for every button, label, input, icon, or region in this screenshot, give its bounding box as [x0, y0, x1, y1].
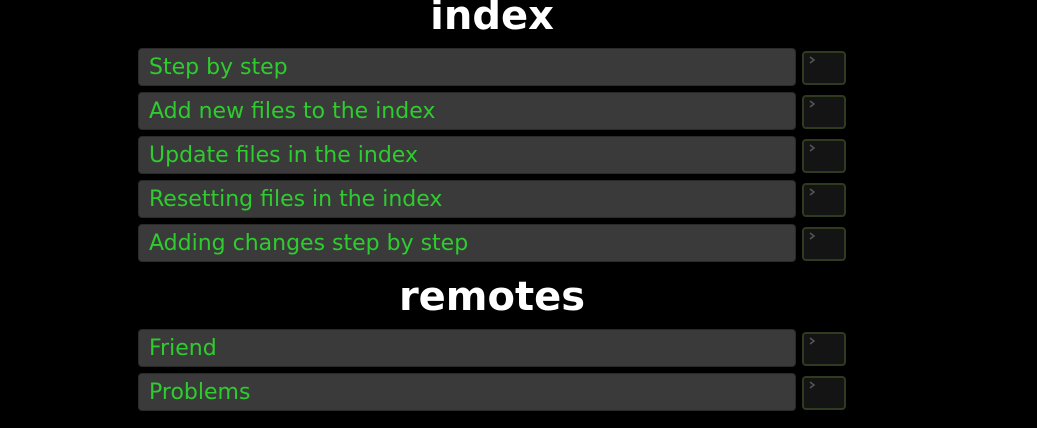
level-button-resetting-files[interactable]: Resetting files in the index	[138, 180, 796, 218]
terminal-prompt-icon	[809, 56, 816, 64]
terminal-button[interactable]	[802, 95, 846, 129]
level-row: Problems	[138, 373, 846, 413]
terminal-prompt-icon	[809, 232, 816, 240]
level-button-friend[interactable]: Friend	[138, 329, 796, 367]
level-row: Update files in the index	[138, 136, 846, 176]
level-button-add-new-files[interactable]: Add new files to the index	[138, 92, 796, 130]
terminal-prompt-icon	[809, 144, 816, 152]
terminal-prompt-icon	[809, 100, 816, 108]
terminal-button[interactable]	[802, 227, 846, 261]
terminal-button[interactable]	[802, 332, 846, 366]
level-button-adding-changes[interactable]: Adding changes step by step	[138, 224, 796, 262]
section-title-index: index	[430, 0, 554, 39]
level-row: Friend	[138, 329, 846, 369]
terminal-button[interactable]	[802, 376, 846, 410]
level-selector: index Step by step Add new files to the …	[0, 0, 1037, 428]
section-title-remotes: remotes	[398, 274, 586, 320]
terminal-prompt-icon	[809, 188, 816, 196]
terminal-prompt-icon	[809, 337, 816, 345]
level-row: Add new files to the index	[138, 92, 846, 132]
level-row: Adding changes step by step	[138, 224, 846, 264]
level-button-step-by-step[interactable]: Step by step	[138, 48, 796, 86]
level-row: Resetting files in the index	[138, 180, 846, 220]
level-row: Step by step	[138, 48, 846, 88]
terminal-button[interactable]	[802, 183, 846, 217]
level-button-update-files[interactable]: Update files in the index	[138, 136, 796, 174]
terminal-button[interactable]	[802, 51, 846, 85]
terminal-button[interactable]	[802, 139, 846, 173]
terminal-prompt-icon	[809, 381, 816, 389]
level-button-problems[interactable]: Problems	[138, 373, 796, 411]
